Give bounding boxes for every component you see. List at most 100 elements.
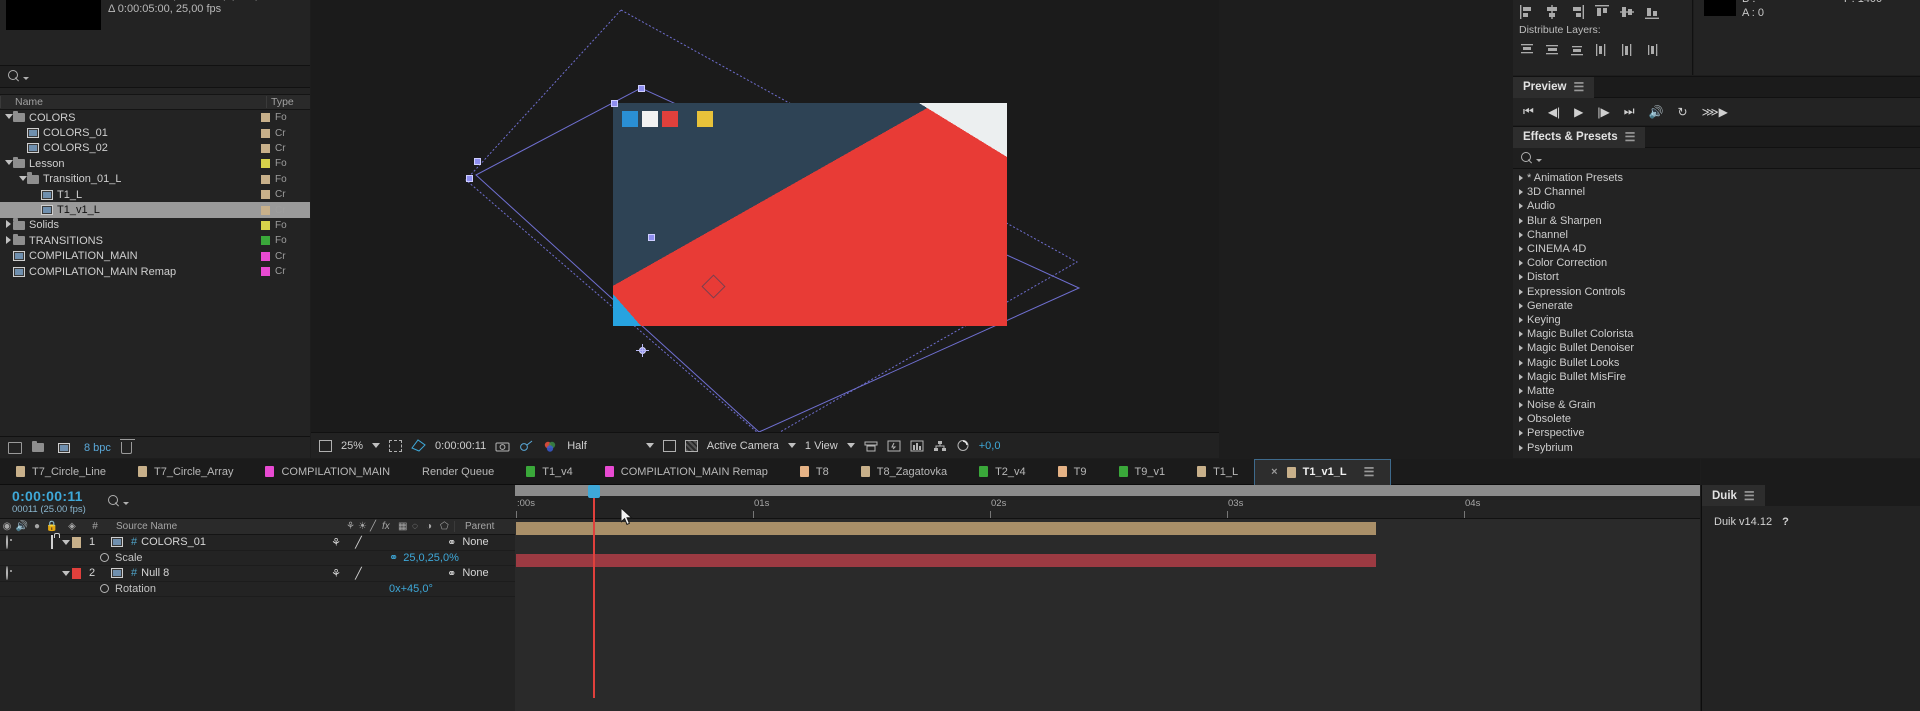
align-bottom-icon[interactable] <box>1644 4 1660 20</box>
align-vertical-center-icon[interactable] <box>1619 4 1635 20</box>
effects-category-row[interactable]: Matte <box>1513 384 1920 398</box>
effects-category-row[interactable]: Magic Bullet Denoiser <box>1513 341 1920 355</box>
renderer-options-icon[interactable] <box>933 440 947 452</box>
effects-category-row[interactable]: Channel <box>1513 228 1920 242</box>
effects-category-row[interactable]: Keying <box>1513 313 1920 327</box>
item-label-color[interactable] <box>261 236 270 246</box>
project-item[interactable]: Transition_01_L Fo <box>0 172 310 187</box>
timeline-current-time[interactable]: 0:00:00:11 00011 (25.00 fps) <box>0 488 100 515</box>
project-item[interactable]: COMPILATION_MAIN Remap Cr <box>0 264 310 279</box>
disclosure-triangle-right-icon[interactable] <box>1519 260 1523 267</box>
grid-guides-icon[interactable] <box>389 439 403 452</box>
timeline-tab[interactable]: T7_Circle_Array <box>122 459 249 485</box>
view-count-value[interactable]: 1 View <box>805 440 838 452</box>
align-left-icon[interactable] <box>1519 4 1535 20</box>
pixel-aspect-correction-icon[interactable] <box>864 440 878 452</box>
prev-frame-icon[interactable]: ◀| <box>1548 105 1560 119</box>
column-header-video[interactable]: ◉ <box>0 521 14 532</box>
column-header-lock[interactable]: 🔒 <box>44 521 60 532</box>
timeline-tab[interactable]: × T1_v1_L ☰ <box>1254 458 1392 485</box>
column-header-adjustment[interactable]: ◑ <box>426 521 440 532</box>
parent-pickwhip-icon[interactable]: ⚭ <box>447 567 456 580</box>
item-label-color[interactable] <box>261 174 270 184</box>
disclosure-triangle-right-icon[interactable] <box>1519 231 1523 238</box>
column-header-name[interactable]: Name <box>0 96 240 108</box>
column-header-effects[interactable]: fx <box>382 521 398 532</box>
timeline-curves-icon[interactable] <box>910 440 924 452</box>
new-folder-icon[interactable] <box>32 440 44 452</box>
effects-category-row[interactable]: Magic Bullet MisFire <box>1513 370 1920 384</box>
zoom-chevron-down-icon[interactable] <box>372 443 381 448</box>
work-area-bar[interactable] <box>515 485 1700 496</box>
effects-category-row[interactable]: Psybrium <box>1513 441 1920 455</box>
reset-exposure-icon[interactable] <box>956 439 970 452</box>
bit-depth-label[interactable]: 8 bpc <box>84 442 111 454</box>
layer-disclosure-triangle-icon[interactable] <box>60 536 72 548</box>
project-item[interactable]: T1_L Cr <box>0 187 310 202</box>
disclosure-triangle-right-icon[interactable] <box>1519 316 1523 323</box>
selection-handle-t[interactable] <box>638 85 645 92</box>
camera-chevron-down-icon[interactable] <box>787 443 796 448</box>
disclosure-triangle-down-icon[interactable] <box>4 114 13 121</box>
column-header-shy[interactable]: ⚘ <box>346 521 358 532</box>
panel-menu-icon[interactable]: ☰ <box>1625 130 1636 144</box>
timeline-tab[interactable]: T7_Circle_Line <box>0 459 122 485</box>
project-item[interactable]: COMPILATION_MAIN Cr <box>0 249 310 264</box>
disclosure-triangle-right-icon[interactable] <box>1519 373 1523 380</box>
layer-visibility-toggle[interactable] <box>0 566 14 581</box>
property-value[interactable]: 0x+45,0° <box>389 583 433 595</box>
disclosure-triangle-right-icon[interactable] <box>4 235 13 246</box>
disclosure-triangle-right-icon[interactable] <box>1519 331 1523 338</box>
column-header-quality[interactable]: ╱ <box>370 521 382 532</box>
timeline-graph-area[interactable] <box>515 519 1700 711</box>
close-tab-icon[interactable]: × <box>1271 466 1277 478</box>
parent-pickwhip-icon[interactable]: ⚭ <box>447 536 456 549</box>
show-snapshot-icon[interactable] <box>519 440 534 452</box>
play-icon[interactable]: ▶ <box>1574 105 1583 119</box>
column-header-label[interactable]: ◈ <box>60 521 84 532</box>
project-item[interactable]: Lesson Fo <box>0 156 310 171</box>
active-camera-value[interactable]: Active Camera <box>707 440 779 452</box>
distribute-vertical-center-icon[interactable] <box>1544 42 1560 58</box>
disclosure-triangle-right-icon[interactable] <box>1519 288 1523 295</box>
new-composition-icon[interactable] <box>58 442 70 453</box>
duik-tab[interactable]: Duik ☰ <box>1702 485 1765 506</box>
stopwatch-icon[interactable] <box>100 553 109 563</box>
item-label-color[interactable] <box>261 159 270 169</box>
disclosure-triangle-down-icon[interactable] <box>4 160 13 167</box>
timeline-tab[interactable]: COMPILATION_MAIN <box>249 459 406 485</box>
project-item[interactable]: COLORS_01 Cr <box>0 125 310 140</box>
panel-menu-icon[interactable]: ☰ <box>1364 465 1375 479</box>
timeline-search[interactable] <box>100 495 129 508</box>
column-header-collapse[interactable]: ☀ <box>358 521 370 532</box>
layer-shy-switch[interactable]: ⚘ <box>331 567 343 580</box>
effects-category-row[interactable]: Color Correction <box>1513 256 1920 270</box>
distribute-horizontal-center-icon[interactable] <box>1619 42 1635 58</box>
distribute-left-icon[interactable] <box>1594 42 1610 58</box>
effects-category-row[interactable]: Noise & Grain <box>1513 398 1920 412</box>
project-item[interactable]: COLORS Fo <box>0 110 310 125</box>
disclosure-triangle-right-icon[interactable] <box>1519 217 1523 224</box>
fast-previews-icon[interactable] <box>887 440 901 452</box>
timeline-tab[interactable]: T1_L <box>1181 459 1254 485</box>
column-header-solo[interactable]: ● <box>30 521 44 532</box>
column-header-source-name[interactable]: Source Name <box>106 521 346 532</box>
layer-visibility-toggle[interactable] <box>0 535 14 550</box>
disclosure-triangle-right-icon[interactable] <box>1519 203 1523 210</box>
time-ruler[interactable]: :00s01s02s03s04s05 <box>515 496 1713 519</box>
column-header-frame-blend[interactable]: ▦ <box>398 521 412 532</box>
effects-search-bar[interactable] <box>1513 148 1920 169</box>
composition-canvas[interactable] <box>311 0 1219 432</box>
layer-label-color[interactable] <box>72 536 81 548</box>
loop-icon[interactable]: ↻ <box>1678 105 1688 119</box>
delete-icon[interactable] <box>119 438 135 454</box>
show-channel-icon[interactable] <box>543 440 558 452</box>
item-label-color[interactable] <box>261 143 270 153</box>
layer-lock-toggle[interactable] <box>44 535 60 550</box>
align-horizontal-center-icon[interactable] <box>1544 4 1560 20</box>
selection-handle-tl2[interactable] <box>611 100 618 107</box>
timeline-tab[interactable]: COMPILATION_MAIN Remap <box>589 459 784 485</box>
preview-tab[interactable]: Preview ☰ <box>1513 76 1595 98</box>
disclosure-triangle-right-icon[interactable] <box>4 220 13 230</box>
panel-menu-icon[interactable]: ☰ <box>1573 80 1584 94</box>
